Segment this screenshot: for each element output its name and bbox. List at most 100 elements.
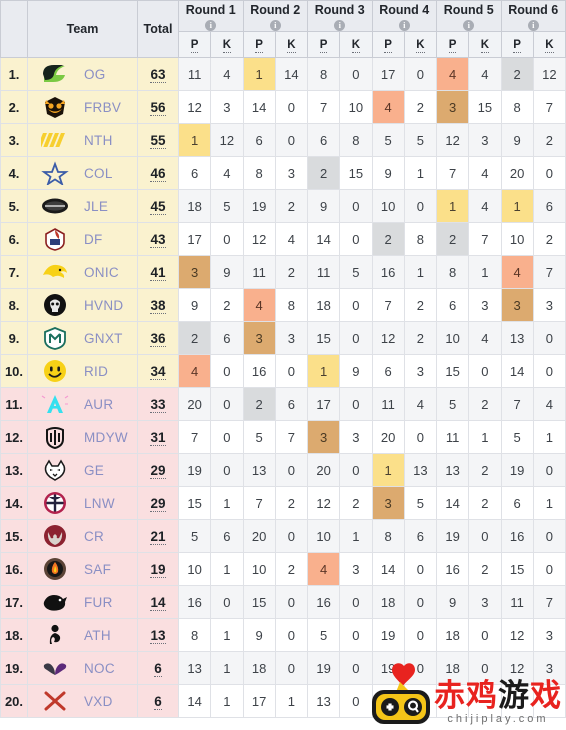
stat-cell-round-5-k: 1	[468, 255, 502, 289]
info-icon-round-2[interactable]: i	[269, 20, 281, 31]
column-header-round-5[interactable]: Round 5 i	[436, 0, 502, 32]
table-row[interactable]: 13. GE 29 19 0 13 0 20 0 1 13 13 2 19 0	[0, 453, 566, 487]
column-header-rank[interactable]	[0, 0, 28, 58]
column-header-round-2[interactable]: Round 2 i	[242, 0, 308, 32]
column-header-round-1-p[interactable]: P	[177, 31, 212, 58]
table-row[interactable]: 14. LNW 29 15 1 7 2 12 2 3 5 14 2 6 1	[0, 486, 566, 520]
table-row[interactable]: 7. ONIC 41 3 9 11 2 11 5 16 1 8 1 4 7	[0, 255, 566, 289]
team-cell[interactable]: MDYW	[27, 420, 138, 454]
stat-cell-round-1-p: 15	[177, 486, 212, 520]
column-header-round-4-k[interactable]: K	[403, 31, 438, 58]
column-header-round-2-p[interactable]: P	[242, 31, 276, 58]
team-name: DF	[84, 231, 103, 247]
info-icon-round-6[interactable]: i	[527, 20, 539, 31]
stat-cell-round-5-k: 2	[468, 453, 502, 487]
column-header-round-3[interactable]: Round 3 i	[307, 0, 373, 32]
team-cell[interactable]: FUR	[27, 585, 138, 619]
stat-cell-round-1-p: 13	[177, 651, 212, 685]
total-cell: 21	[137, 519, 179, 553]
ath-logo-icon	[49, 624, 61, 644]
sub-label: K	[480, 38, 490, 53]
column-header-round-6-p[interactable]: P	[500, 31, 534, 58]
table-row[interactable]: 15. CR 21 5 6 20 0 10 1 8 6 19 0 16 0	[0, 519, 566, 553]
table-row[interactable]: 17. FUR 14 16 0 15 0 16 0 18 0 9 3 11 7	[0, 585, 566, 619]
stat-cell-round-1-k: 1	[210, 651, 244, 685]
table-row[interactable]: 9. GNXT 36 2 6 3 3 15 0 12 2 10 4 13 0	[0, 321, 566, 355]
table-row[interactable]: 19. NOC 6 13 1 18 0 19 0 19 0 18 0 12 3	[0, 651, 566, 685]
team-cell[interactable]: GNXT	[27, 321, 138, 355]
stat-cell-round-4-k: 8	[403, 222, 438, 256]
column-header-round-2-k[interactable]: K	[274, 31, 309, 58]
column-header-round-5-k[interactable]: K	[468, 31, 502, 58]
rank-cell: 9.	[0, 321, 28, 355]
stat-cell-round-2-k: 3	[274, 321, 309, 355]
team-wrap: CR	[28, 521, 137, 552]
stat-cell-round-1-k: 3	[210, 90, 244, 124]
team-cell[interactable]: NTH	[27, 123, 138, 157]
column-header-round-6-k[interactable]: K	[532, 31, 566, 58]
info-icon-round-3[interactable]: i	[334, 20, 346, 31]
team-cell[interactable]: JLE	[27, 189, 138, 223]
column-header-round-3-k[interactable]: K	[339, 31, 373, 58]
stat-cell-round-1-p: 10	[177, 552, 212, 586]
table-row[interactable]: 10. RID 34 4 0 16 0 1 9 6 3 15 0 14 0	[0, 354, 566, 388]
table-row[interactable]: 16. SAF 19 10 1 10 2 4 3 14 0 16 2 15 0	[0, 552, 566, 586]
team-cell[interactable]: NOC	[27, 651, 138, 685]
table-row[interactable]: 6. DF 43 17 0 12 4 14 0 2 8 2 7 10 2	[0, 222, 566, 256]
rank-cell: 13.	[0, 453, 28, 487]
column-header-round-4-p[interactable]: P	[371, 31, 405, 58]
total-value: 63	[150, 66, 166, 83]
rank-cell: 4.	[0, 156, 28, 190]
team-cell[interactable]: OG	[27, 57, 138, 91]
saf-logo-icon	[44, 558, 66, 580]
table-row[interactable]: 20. VXD 6 14 1 17 1 13 0	[0, 684, 566, 718]
stat-cell-round-2-p: 2	[242, 387, 276, 421]
column-header-round-3-p[interactable]: P	[306, 31, 341, 58]
stat-cell-round-6-k: 3	[532, 651, 566, 685]
column-header-total[interactable]: Total	[137, 0, 179, 58]
column-header-round-6[interactable]: Round 6 i	[500, 0, 566, 32]
team-cell[interactable]: VXD	[27, 684, 138, 718]
team-cell[interactable]: COL	[27, 156, 138, 190]
team-cell[interactable]: FRBV	[27, 90, 138, 124]
table-row[interactable]: 11. AUR 33 20 0 2 6 17 0 11 4 5 2 7 4	[0, 387, 566, 421]
stat-cell-round-3-k: 0	[339, 288, 373, 322]
stat-cell-round-6-k: 0	[532, 354, 566, 388]
team-cell[interactable]: ONIC	[27, 255, 138, 289]
table-row[interactable]: 5. JLE 45 18 5 19 2 9 0 10 0 1 4 1 6	[0, 189, 566, 223]
team-cell[interactable]: AUR	[27, 387, 138, 421]
rank-cell: 8.	[0, 288, 28, 322]
team-cell[interactable]: SAF	[27, 552, 138, 586]
column-header-round-1-k[interactable]: K	[210, 31, 244, 58]
table-row[interactable]: 1. OG 63 11 4 1 14 8 0 17 0 4 4 2 12	[0, 57, 566, 91]
standings-table: Team Total Round 1 i Round 2 i Round 3 i…	[0, 0, 566, 718]
column-header-team[interactable]: Team	[27, 0, 138, 58]
team-wrap: COL	[28, 158, 137, 189]
info-icon-round-4[interactable]: i	[398, 20, 410, 31]
table-row[interactable]: 12. MDYW 31 7 0 5 7 3 3 20 0 11 1 5 1	[0, 420, 566, 454]
stat-cell-round-5-k: 3	[468, 585, 502, 619]
column-header-round-5-p[interactable]: P	[435, 31, 470, 58]
stat-cell-round-2-k: 0	[274, 354, 309, 388]
table-row[interactable]: 18. ATH 13 8 1 9 0 5 0 19 0 18 0 12 3	[0, 618, 566, 652]
table-row[interactable]: 3. NTH 55 1 12 6 0 6 8 5 5 12 3 9 2	[0, 123, 566, 157]
team-cell[interactable]: LNW	[27, 486, 138, 520]
info-icon-round-5[interactable]: i	[463, 20, 475, 31]
stat-cell-round-6-k	[532, 684, 566, 718]
stat-cell-round-3-k: 0	[339, 585, 373, 619]
info-icon-round-1[interactable]: i	[205, 20, 217, 31]
team-cell[interactable]: ATH	[27, 618, 138, 652]
table-row[interactable]: 8. HVND 38 9 2 4 8 18 0 7 2 6 3 3 3	[0, 288, 566, 322]
stat-cell-round-1-k: 4	[210, 156, 244, 190]
team-wrap: VXD	[28, 686, 137, 717]
column-header-round-1[interactable]: Round 1 i	[178, 0, 244, 32]
column-header-round-4[interactable]: Round 4 i	[371, 0, 437, 32]
team-cell[interactable]: GE	[27, 453, 138, 487]
table-row[interactable]: 2. FRBV 56 12 3 14 0 7 10 4 2 3 15 8 7	[0, 90, 566, 124]
team-cell[interactable]: RID	[27, 354, 138, 388]
table-row[interactable]: 4. COL 46 6 4 8 3 2 15 9 1 7 4 20 0	[0, 156, 566, 190]
team-cell[interactable]: CR	[27, 519, 138, 553]
stat-cell-round-1-k: 9	[210, 255, 244, 289]
team-cell[interactable]: DF	[27, 222, 138, 256]
team-cell[interactable]: HVND	[27, 288, 138, 322]
